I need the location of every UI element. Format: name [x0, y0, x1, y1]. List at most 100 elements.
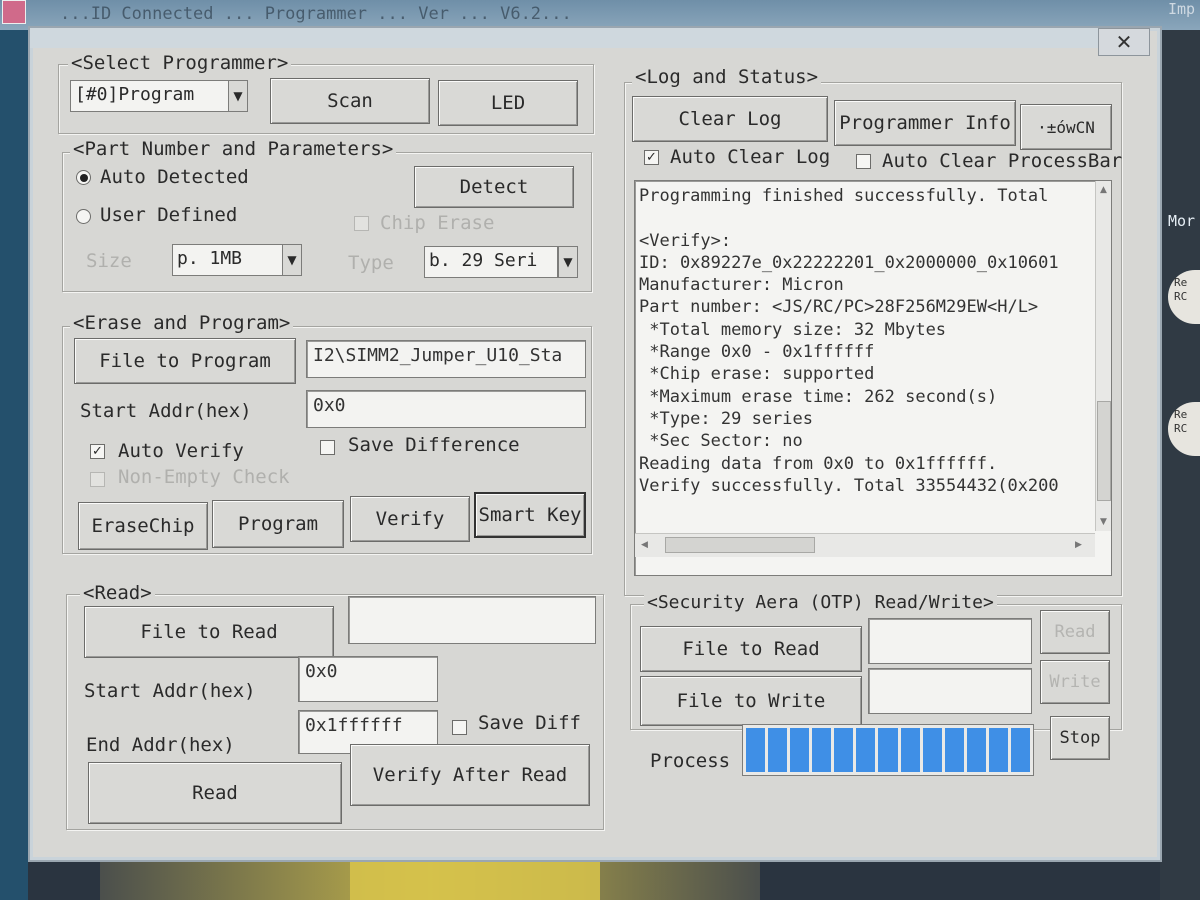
verify-after-read-button[interactable]: Verify After Read	[350, 744, 590, 806]
auto-clear-log-label: Auto Clear Log	[670, 146, 831, 168]
progress-block	[878, 728, 898, 772]
progress-block	[746, 728, 766, 772]
save-diff-checkbox[interactable]	[452, 720, 467, 735]
background-desktop-left	[0, 30, 28, 900]
background-more-label: Mor	[1168, 212, 1196, 230]
log-line: ID: 0x89227e_0x22222201_0x2000000_0x1060…	[639, 252, 1059, 273]
log-line: Reading data from 0x0 to 0x1ffffff.	[639, 453, 998, 474]
select-programmer-legend: <Select Programmer>	[68, 52, 292, 74]
user-defined-radio[interactable]	[76, 209, 91, 224]
non-empty-check-checkbox[interactable]	[90, 472, 105, 487]
file-to-read-button[interactable]: File to Read	[84, 606, 334, 658]
read-end-addr-label: End Addr(hex)	[86, 734, 235, 756]
auto-verify-label: Auto Verify	[118, 440, 244, 462]
log-line: Manufacturer: Micron	[639, 275, 844, 296]
log-line: Programming finished successfully. Total	[639, 186, 1049, 206]
otp-file-to-read-button[interactable]: File to Read	[640, 626, 862, 672]
progress-block	[966, 728, 986, 772]
auto-clear-processbar-label: Auto Clear ProcessBar	[882, 150, 1123, 172]
close-button[interactable]: ✕	[1098, 28, 1150, 56]
otp-read-file-field[interactable]	[868, 618, 1032, 664]
chevron-down-icon[interactable]: ▼	[228, 80, 248, 112]
scroll-right-icon[interactable]: ▶	[1075, 540, 1082, 550]
progress-block	[856, 728, 876, 772]
log-line: *Total memory size: 32 Mbytes	[639, 319, 947, 340]
auto-detected-radio[interactable]	[76, 170, 91, 185]
type-select[interactable]: b. 29 Seri	[424, 246, 558, 278]
smart-key-button[interactable]: Smart Key	[474, 492, 586, 538]
progress-block	[812, 728, 832, 772]
scroll-left-icon[interactable]: ◀	[641, 540, 648, 550]
otp-write-button[interactable]: Write	[1040, 660, 1110, 704]
process-progress-bar	[742, 724, 1034, 776]
scroll-up-icon[interactable]: ▲	[1100, 185, 1107, 195]
chevron-down-icon[interactable]: ▼	[282, 244, 302, 276]
language-button[interactable]: ·±ówCN	[1020, 104, 1112, 150]
log-lines: Programming finished successfully. Total…	[639, 185, 1091, 497]
scroll-down-icon[interactable]: ▼	[1100, 517, 1107, 527]
log-line: *Sec Sector: no	[639, 431, 803, 452]
otp-read-button[interactable]: Read	[1040, 610, 1110, 654]
read-start-addr-label: Start Addr(hex)	[84, 680, 256, 702]
start-addr-label: Start Addr(hex)	[80, 400, 252, 422]
process-label: Process	[650, 750, 731, 772]
log-line: Verify successfully. Total 33554432(0x20…	[639, 475, 1059, 496]
log-line: Part number: <JS/RC/PC>28F256M29EW<H/L>	[639, 297, 1039, 318]
stop-button[interactable]: Stop	[1050, 716, 1110, 760]
scan-button[interactable]: Scan	[270, 78, 430, 124]
log-status-legend: <Log and Status>	[632, 66, 822, 88]
read-button[interactable]: Read	[88, 762, 342, 824]
erase-program-legend: <Erase and Program>	[70, 312, 294, 334]
progress-block	[834, 728, 854, 772]
progress-block	[1010, 728, 1031, 772]
log-line: *Range 0x0 - 0x1ffffff	[639, 342, 875, 363]
otp-file-to-write-button[interactable]: File to Write	[640, 676, 862, 726]
otp-write-file-field[interactable]	[868, 668, 1032, 714]
save-difference-label: Save Difference	[348, 434, 520, 456]
chip-erase-label: Chip Erase	[380, 212, 495, 234]
part-number-legend: <Part Number and Parameters>	[70, 138, 397, 160]
read-start-addr-input[interactable]: 0x0	[298, 656, 438, 702]
programmer-info-button[interactable]: Programmer Info	[834, 100, 1016, 146]
app-icon	[2, 0, 26, 24]
program-file-path-field[interactable]: I2\SIMM2_Jumper_U10_Sta	[306, 340, 586, 378]
start-addr-input[interactable]: 0x0	[306, 390, 586, 428]
save-diff-label: Save Diff	[478, 712, 581, 734]
auto-clear-log-checkbox[interactable]: ✓	[644, 150, 659, 165]
progress-block	[900, 728, 920, 772]
progress-block	[790, 728, 810, 772]
auto-detected-label: Auto Detected	[100, 166, 249, 188]
size-select[interactable]: p. 1MB	[172, 244, 286, 276]
chevron-down-icon[interactable]: ▼	[558, 246, 578, 278]
log-line: <Verify>:	[639, 230, 732, 251]
auto-clear-processbar-checkbox[interactable]	[856, 154, 871, 169]
window-title: ...ID Connected ... Programmer ... Ver .…	[60, 4, 572, 24]
read-legend: <Read>	[80, 582, 155, 604]
detect-button[interactable]: Detect	[414, 166, 574, 208]
chip-erase-checkbox[interactable]	[354, 216, 369, 231]
log-line: *Type: 29 series	[639, 408, 813, 429]
type-label: Type	[348, 252, 394, 274]
program-button[interactable]: Program	[212, 500, 344, 548]
verify-button[interactable]: Verify	[350, 496, 470, 542]
log-vertical-scrollbar[interactable]: ▲ ▼	[1095, 181, 1111, 531]
log-vertical-scroll-thumb[interactable]	[1097, 401, 1111, 501]
log-horizontal-scroll-thumb[interactable]	[665, 537, 815, 553]
progress-block	[922, 728, 942, 772]
progress-block	[768, 728, 788, 772]
erase-chip-button[interactable]: EraseChip	[78, 502, 208, 550]
save-difference-checkbox[interactable]	[320, 440, 335, 455]
auto-verify-checkbox[interactable]: ✓	[90, 444, 105, 459]
progress-block	[988, 728, 1008, 772]
non-empty-check-label: Non-Empty Check	[118, 466, 290, 488]
log-horizontal-scrollbar[interactable]: ◀ ▶	[635, 533, 1095, 557]
file-to-program-button[interactable]: File to Program	[74, 338, 296, 384]
user-defined-label: User Defined	[100, 204, 238, 226]
clear-log-button[interactable]: Clear Log	[632, 96, 828, 142]
log-output[interactable]: Programming finished successfully. Total…	[634, 180, 1112, 576]
led-button[interactable]: LED	[438, 80, 578, 126]
programmer-select[interactable]: [#0]Program	[70, 80, 230, 112]
log-line: *Chip erase: supported	[639, 364, 875, 385]
read-file-path-field[interactable]	[348, 596, 596, 644]
